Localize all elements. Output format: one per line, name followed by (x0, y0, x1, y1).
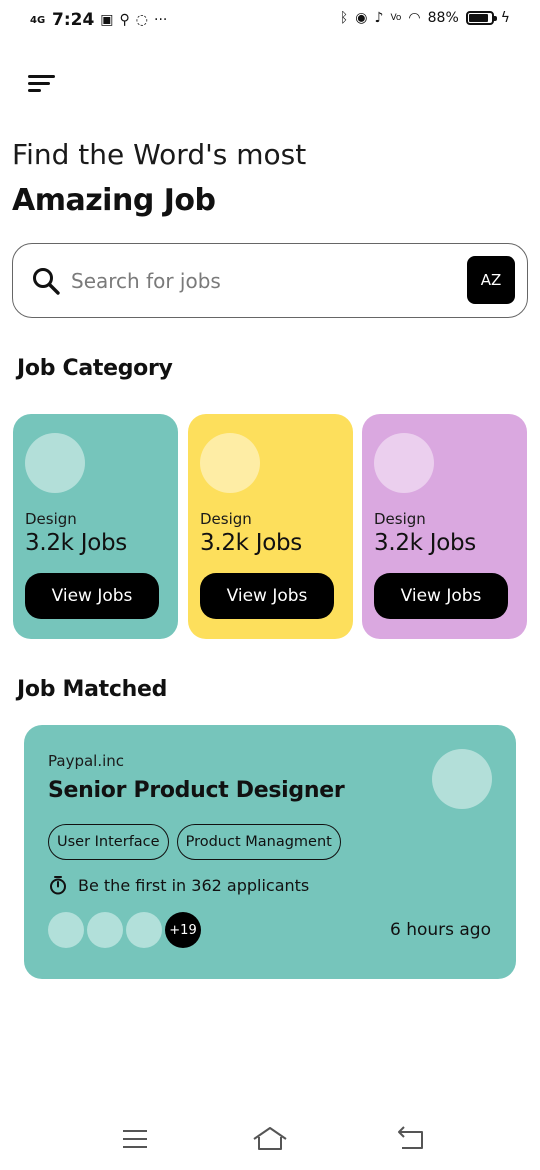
volte-icon: Vo (390, 13, 402, 23)
posted-time: 6 hours ago (389, 920, 491, 940)
avatar (48, 912, 84, 948)
usb-icon: ⚲ (119, 12, 130, 28)
job-tag[interactable]: Product Managment (176, 824, 341, 860)
search-bar: AZ (12, 243, 528, 318)
sort-az-button[interactable]: AZ (467, 256, 515, 304)
status-bar: 4G 7:24 ▣ ⚲ ◌ ··· ᛒ ◉ ♪ Vo ◠ 88% ϟ (0, 0, 540, 42)
more-notifications-icon: ··· (154, 12, 168, 28)
system-nav-bar (0, 1110, 540, 1170)
company-logo (432, 749, 492, 809)
page-title-line2: Amazing Job (12, 183, 216, 218)
category-count: 3.2k Jobs (374, 530, 476, 556)
view-jobs-button[interactable]: View Jobs (374, 573, 508, 619)
menu-button[interactable] (28, 72, 58, 96)
search-input[interactable] (69, 262, 449, 300)
avatar (126, 912, 162, 948)
whatsapp-icon: ◌ (135, 12, 149, 28)
category-icon (25, 433, 85, 493)
page-title-line1: Find the Word's most (12, 138, 307, 171)
recent-apps-icon[interactable] (117, 1124, 153, 1154)
view-jobs-button[interactable]: View Jobs (200, 573, 334, 619)
alarm-icon: ◉ (355, 10, 368, 26)
app-notification-icon: ▣ (100, 12, 114, 28)
menu-line (28, 75, 55, 78)
category-label: Design (374, 510, 426, 528)
status-time: 7:24 (52, 10, 95, 30)
avatar (87, 912, 123, 948)
sort-az-icon: AZ (480, 271, 502, 289)
job-tags: User Interface Product Managment (48, 824, 341, 860)
category-count: 3.2k Jobs (25, 530, 127, 556)
search-icon[interactable] (31, 266, 61, 296)
job-company: Paypal.inc (48, 752, 125, 770)
category-card[interactable]: Design 3.2k Jobs View Jobs (362, 414, 527, 639)
job-category-title: Job Category (17, 356, 173, 381)
mute-icon: ♪ (374, 10, 384, 26)
applicants-text: Be the first in 362 applicants (78, 875, 310, 895)
bluetooth-icon: ᛒ (339, 10, 349, 26)
category-icon (200, 433, 260, 493)
more-applicants-badge: +19 (165, 912, 201, 948)
category-count: 3.2k Jobs (200, 530, 302, 556)
category-card[interactable]: Design 3.2k Jobs View Jobs (188, 414, 353, 639)
job-tag[interactable]: User Interface (48, 824, 169, 860)
stopwatch-icon (50, 876, 66, 895)
category-icon (374, 433, 434, 493)
charging-icon: ϟ (500, 10, 510, 26)
battery-percent: 88% (427, 10, 459, 26)
applicants-info: Be the first in 362 applicants (48, 875, 309, 895)
home-icon[interactable] (252, 1124, 288, 1154)
network-indicator: 4G (30, 14, 46, 26)
category-card[interactable]: Design 3.2k Jobs View Jobs (13, 414, 178, 639)
category-label: Design (25, 510, 77, 528)
wifi-icon: ◠ (408, 10, 421, 26)
menu-line (28, 82, 50, 85)
battery-fill (468, 14, 488, 22)
back-icon[interactable] (394, 1124, 430, 1154)
view-jobs-button[interactable]: View Jobs (25, 573, 159, 619)
menu-line (28, 89, 41, 92)
applicant-avatars: +19 (48, 912, 208, 948)
category-label: Design (200, 510, 252, 528)
battery-icon (465, 11, 497, 25)
job-title: Senior Product Designer (48, 778, 345, 803)
job-matched-title: Job Matched (17, 677, 168, 702)
job-card[interactable]: Paypal.inc Senior Product Designer User … (24, 725, 516, 979)
